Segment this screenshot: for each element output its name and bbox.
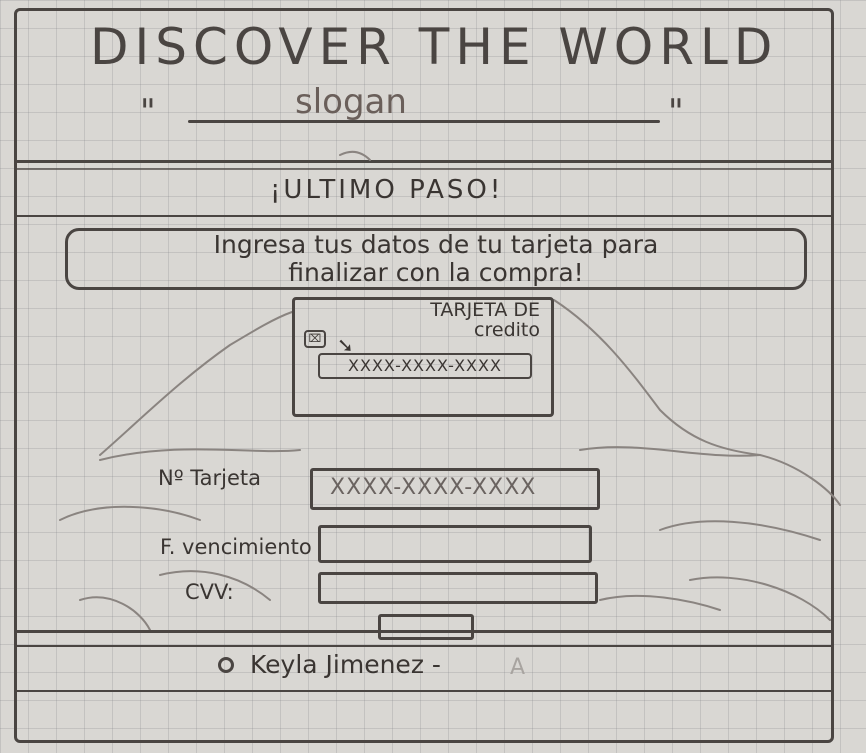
copyright-icon xyxy=(218,657,234,673)
cvv-label: CVV: xyxy=(185,580,234,604)
footer-bottom-line xyxy=(16,690,832,692)
card-number-placeholder: XXXX-XXXX-XXXX xyxy=(330,475,537,500)
expiry-label: F. vencimiento xyxy=(160,535,312,559)
footer-faint-mark: A xyxy=(510,655,526,680)
submit-button[interactable] xyxy=(378,614,474,640)
expiry-input[interactable] xyxy=(318,525,592,563)
card-title-line-2: credito xyxy=(474,319,540,341)
card-preview-number: XXXX-XXXX-XXXX xyxy=(318,353,532,379)
card-title: TARJETA DE credito xyxy=(340,300,540,340)
card-number-label: Nº Tarjeta xyxy=(158,466,261,490)
cvv-input[interactable] xyxy=(318,572,598,604)
card-chip-icon: ⌧ xyxy=(304,330,326,348)
card-title-line-1: TARJETA DE xyxy=(430,299,540,321)
footer-divider-2 xyxy=(16,645,832,647)
footer-divider xyxy=(16,630,832,633)
footer-author: Keyla Jimenez - xyxy=(250,650,441,679)
